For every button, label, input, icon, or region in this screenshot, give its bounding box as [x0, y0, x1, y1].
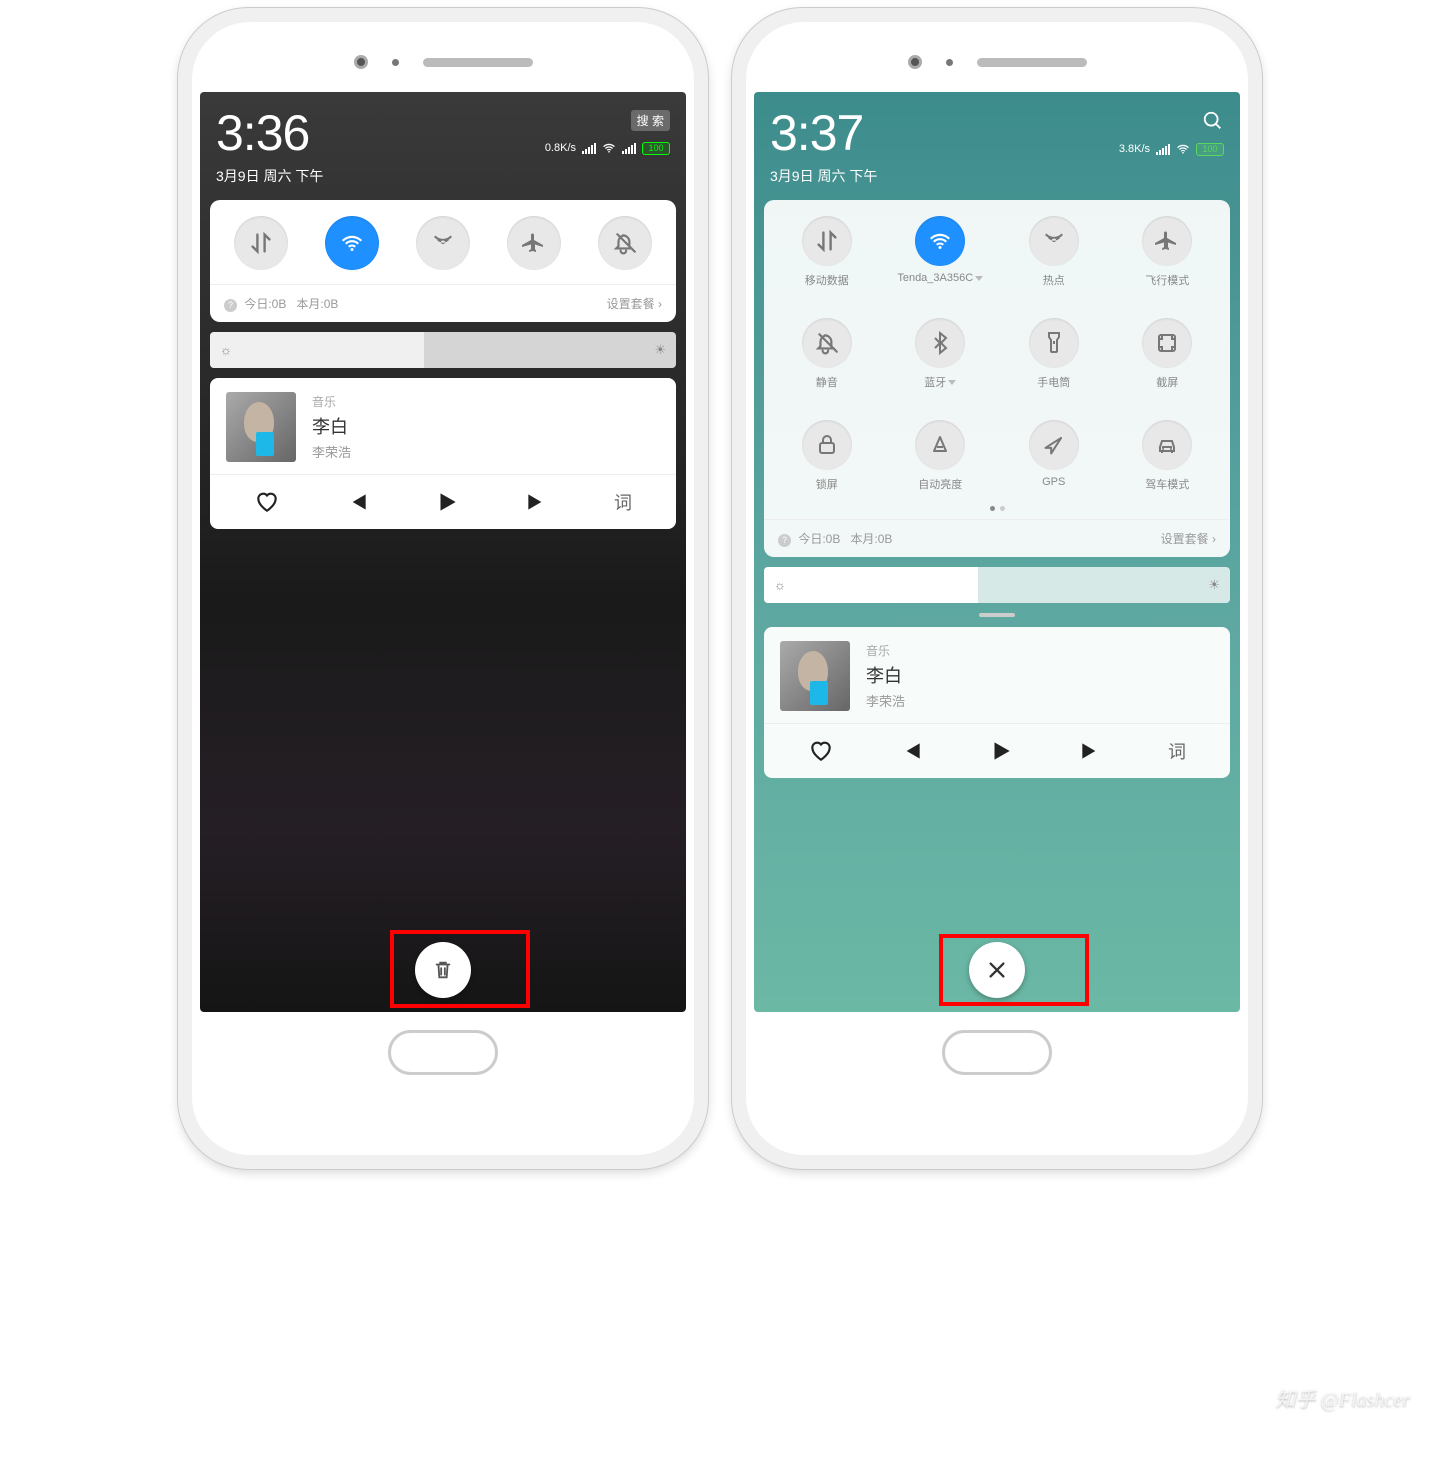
- toggle-bluetooth[interactable]: [915, 318, 965, 368]
- music-source: 音乐: [312, 393, 351, 410]
- music-title: 李白: [312, 413, 351, 439]
- battery-indicator: 100: [642, 142, 670, 155]
- favorite-button[interactable]: [808, 738, 834, 764]
- toggle-wifi[interactable]: [915, 216, 965, 266]
- signal-icon: [582, 143, 596, 154]
- data-month: 本月:0B: [850, 532, 892, 546]
- notification-shade-expanded: 3:37 3月9日 周六 下午 3.8K/s 100 移动数据 Tend: [754, 92, 1240, 1012]
- play-button[interactable]: [434, 489, 460, 515]
- plan-settings-link[interactable]: 设置套餐 ›: [1161, 530, 1216, 547]
- net-speed: 3.8K/s: [1119, 143, 1150, 155]
- net-speed: 0.8K/s: [545, 142, 576, 154]
- phone-right: 3:37 3月9日 周六 下午 3.8K/s 100 移动数据 Tend: [732, 8, 1262, 1169]
- favorite-button[interactable]: [254, 489, 280, 515]
- search-button[interactable]: 搜 索: [631, 110, 670, 131]
- brightness-high-icon: ☀: [654, 342, 666, 358]
- highlight-annotation: [939, 934, 1089, 1006]
- brightness-slider[interactable]: ☼ ☀: [764, 567, 1230, 603]
- chevron-down-icon: [948, 380, 956, 385]
- data-today: 今日:0B: [244, 297, 286, 311]
- wifi-status-icon: [1176, 142, 1190, 156]
- plan-settings-link[interactable]: 设置套餐 ›: [607, 295, 662, 312]
- page-indicator: [764, 506, 1230, 519]
- toggle-airplane[interactable]: [1142, 216, 1192, 266]
- music-title: 李白: [866, 662, 905, 688]
- data-month: 本月:0B: [296, 297, 338, 311]
- phone-left: 3:36 3月9日 周六 下午 搜 索 0.8K/s 100: [178, 8, 708, 1169]
- music-notification[interactable]: 音乐 李白 李荣浩 词: [210, 378, 676, 529]
- notification-shade-collapsed: 3:36 3月9日 周六 下午 搜 索 0.8K/s 100: [200, 92, 686, 1012]
- toggle-flashlight[interactable]: [1029, 318, 1079, 368]
- home-button[interactable]: [388, 1030, 498, 1075]
- date-line: 3月9日 周六 下午: [216, 166, 323, 186]
- help-icon[interactable]: ?: [224, 299, 237, 312]
- toggle-airplane[interactable]: [507, 216, 561, 270]
- toggle-autobright[interactable]: [915, 420, 965, 470]
- toggle-lock[interactable]: [802, 420, 852, 470]
- search-icon[interactable]: [1202, 110, 1224, 132]
- toggle-label: 驾车模式: [1145, 476, 1189, 492]
- brightness-low-icon: ☼: [774, 578, 786, 593]
- lyrics-button[interactable]: 词: [614, 489, 632, 515]
- toggle-hotspot[interactable]: [416, 216, 470, 270]
- music-artist: 李荣浩: [312, 442, 351, 461]
- clock-time: 3:36: [216, 104, 323, 162]
- previous-button[interactable]: [344, 489, 370, 515]
- quick-toggles-panel-expanded: 移动数据 Tenda_3A356C 热点 飞行模式 静音 蓝牙 手电筒 截屏 锁…: [764, 200, 1230, 557]
- lyrics-button[interactable]: 词: [1168, 738, 1186, 764]
- highlight-annotation: [390, 930, 530, 1008]
- toggle-label[interactable]: Tenda_3A356C: [897, 272, 983, 284]
- toggle-label: 移动数据: [805, 272, 849, 288]
- toggle-wifi[interactable]: [325, 216, 379, 270]
- toggle-screenshot[interactable]: [1142, 318, 1192, 368]
- quick-toggles-panel: ? 今日:0B 本月:0B 设置套餐 ›: [210, 200, 676, 322]
- music-notification[interactable]: 音乐 李白 李荣浩 词: [764, 627, 1230, 778]
- drag-handle[interactable]: [979, 613, 1015, 617]
- wifi-status-icon: [602, 141, 616, 155]
- battery-indicator: 100: [1196, 143, 1224, 156]
- signal-icon: [1156, 144, 1170, 155]
- toggle-label: GPS: [1042, 476, 1065, 488]
- toggle-label: 自动亮度: [918, 476, 962, 492]
- album-art: [780, 641, 850, 711]
- toggle-label: 手电筒: [1037, 374, 1070, 390]
- status-bar-indicators: 0.8K/s 100: [545, 141, 670, 155]
- speaker-bar: [200, 32, 686, 92]
- watermark: 知乎 @Flashcer: [1276, 1383, 1411, 1412]
- toggle-mobile-data[interactable]: [234, 216, 288, 270]
- home-button[interactable]: [942, 1030, 1052, 1075]
- toggle-label: 静音: [816, 374, 838, 390]
- toggle-label: 热点: [1043, 272, 1065, 288]
- help-icon[interactable]: ?: [778, 534, 791, 547]
- speaker-bar: [754, 32, 1240, 92]
- signal-icon-2: [622, 143, 636, 154]
- brightness-low-icon: ☼: [220, 343, 232, 358]
- data-today: 今日:0B: [798, 532, 840, 546]
- toggle-label: 飞行模式: [1145, 272, 1189, 288]
- brightness-high-icon: ☀: [1208, 577, 1220, 593]
- toggle-mobile-data[interactable]: [802, 216, 852, 266]
- music-artist: 李荣浩: [866, 691, 905, 710]
- toggle-mute[interactable]: [598, 216, 652, 270]
- brightness-slider[interactable]: ☼ ☀: [210, 332, 676, 368]
- toggle-hotspot[interactable]: [1029, 216, 1079, 266]
- previous-button[interactable]: [898, 738, 924, 764]
- date-line: 3月9日 周六 下午: [770, 166, 877, 186]
- play-button[interactable]: [988, 738, 1014, 764]
- album-art: [226, 392, 296, 462]
- clock-time: 3:37: [770, 104, 877, 162]
- toggle-gps[interactable]: [1029, 420, 1079, 470]
- toggle-drive[interactable]: [1142, 420, 1192, 470]
- status-bar-indicators: 3.8K/s 100: [1119, 142, 1224, 156]
- next-button[interactable]: [1078, 738, 1104, 764]
- next-button[interactable]: [524, 489, 550, 515]
- toggle-label[interactable]: 蓝牙: [924, 374, 956, 390]
- toggle-mute[interactable]: [802, 318, 852, 368]
- chevron-down-icon: [975, 276, 983, 281]
- toggle-label: 锁屏: [816, 476, 838, 492]
- toggle-label: 截屏: [1156, 374, 1178, 390]
- music-source: 音乐: [866, 642, 905, 659]
